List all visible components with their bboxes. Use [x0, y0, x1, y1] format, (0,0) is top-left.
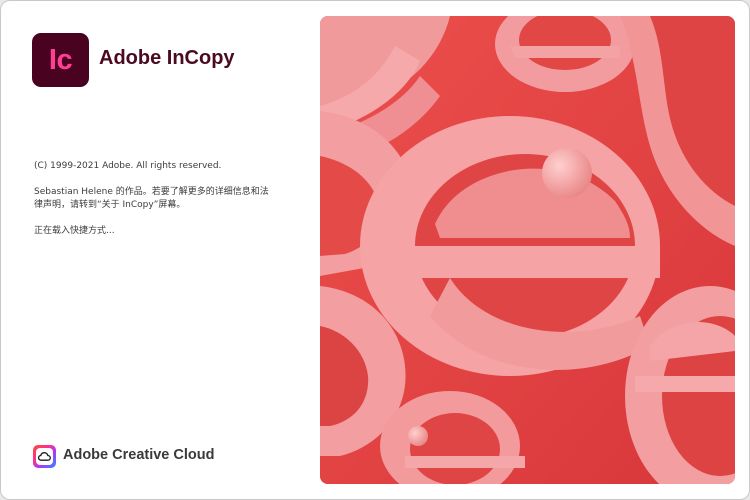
incopy-app-icon: Ic [32, 33, 89, 87]
splash-artwork [320, 16, 735, 484]
app-logo-text: Ic [48, 43, 73, 76]
loading-status-text: 正在载入快捷方式... [34, 226, 115, 236]
copyright-text: (C) 1999-2021 Adobe. All rights reserved… [34, 161, 222, 171]
creative-cloud-brand-label: Adobe Creative Cloud [63, 447, 215, 463]
credits-text-line-1: Sebastian Helene 的作品。若要了解更多的详细信息和法 [34, 187, 269, 197]
pink-letter-e-sculpture-icon [320, 16, 735, 484]
splash-screen: Ic Adobe InCopy (C) 1999-2021 Adobe. All… [0, 0, 750, 500]
credits-text-line-2: 律声明，请转到“关于 InCopy”屏幕。 [34, 200, 186, 210]
app-title: Adobe InCopy [99, 47, 235, 69]
creative-cloud-icon [33, 445, 56, 468]
